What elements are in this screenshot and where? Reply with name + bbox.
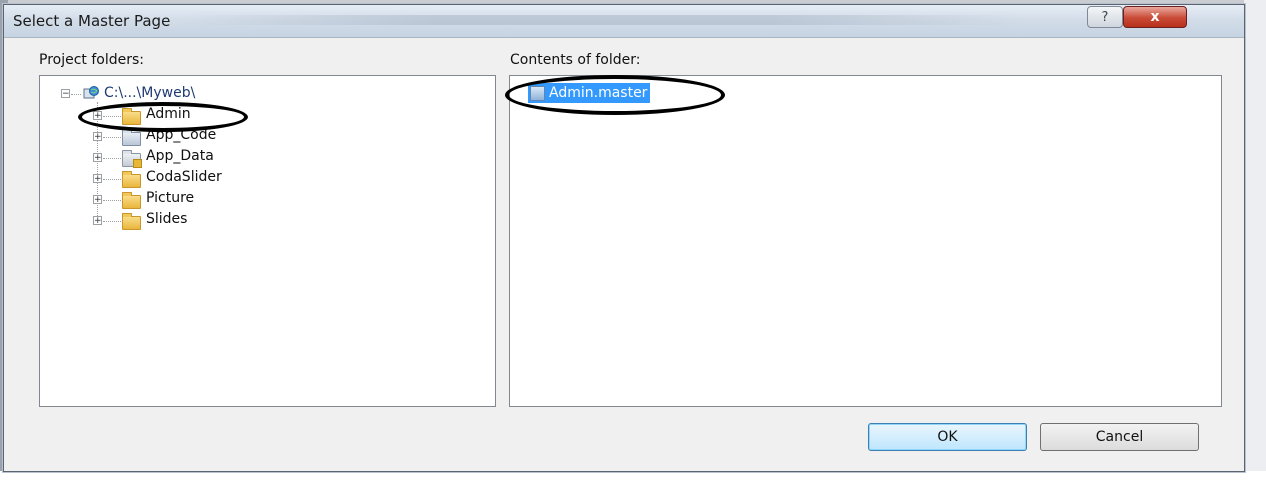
- tree-item-codaslider[interactable]: CodaSlider: [146, 169, 222, 185]
- tree-expand-toggle[interactable]: +: [93, 132, 102, 142]
- project-folders-label: Project folders:: [39, 52, 144, 68]
- tree-item-app-data[interactable]: App_Data: [146, 148, 214, 164]
- ok-button[interactable]: OK: [868, 423, 1027, 451]
- tree-connector-line: [103, 200, 121, 201]
- close-button[interactable]: x: [1123, 6, 1187, 28]
- tree-expand-toggle[interactable]: +: [93, 216, 102, 226]
- help-icon: ?: [1101, 9, 1109, 25]
- background-bottom-strip: [0, 471, 1266, 483]
- tree-item-picture[interactable]: Picture: [146, 190, 194, 206]
- tree-item-slides[interactable]: Slides: [146, 211, 187, 227]
- help-button[interactable]: ?: [1087, 6, 1123, 28]
- background-right-strip: [1244, 0, 1266, 483]
- cancel-button[interactable]: Cancel: [1040, 423, 1199, 451]
- title-bar-background-blur: [184, 15, 1024, 25]
- annotation-circle-file: [505, 75, 725, 115]
- data-folder-icon: [122, 150, 142, 168]
- folder-icon: [122, 213, 141, 230]
- code-folder-icon: [122, 129, 141, 146]
- folder-icon: [122, 192, 141, 209]
- tree-expand-toggle[interactable]: +: [93, 153, 102, 163]
- tree-collapse-toggle[interactable]: −: [61, 89, 70, 99]
- dialog-title: Select a Master Page: [13, 12, 171, 30]
- tree-connector-line: [71, 94, 81, 95]
- contents-of-folder-label: Contents of folder:: [510, 52, 641, 68]
- tree-connector-line: [103, 137, 121, 138]
- tree-connector-line: [103, 158, 121, 159]
- tree-expand-toggle[interactable]: +: [93, 195, 102, 205]
- contents-of-folder-list[interactable]: [509, 75, 1222, 407]
- annotation-circle-admin: [78, 102, 248, 132]
- web-project-icon: [83, 86, 99, 99]
- tree-connector-line: [103, 221, 121, 222]
- tree-expand-toggle[interactable]: +: [93, 174, 102, 184]
- folder-icon: [122, 171, 141, 188]
- tree-root-label[interactable]: C:\...\Myweb\: [104, 85, 195, 101]
- title-bar[interactable]: Select a Master Page ? x: [4, 5, 1244, 38]
- tree-connector-line: [103, 179, 121, 180]
- close-icon: x: [1150, 9, 1160, 25]
